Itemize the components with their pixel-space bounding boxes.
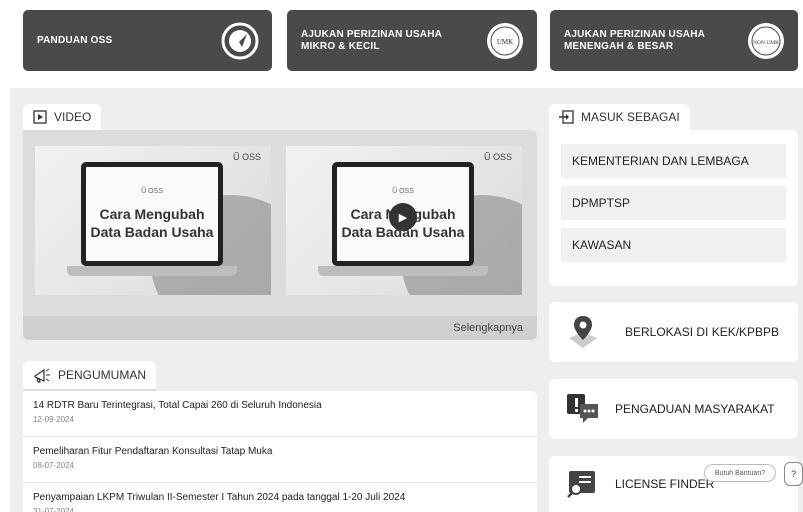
kek-kpbpb-label: BERLOKASI DI KEK/KPBPB bbox=[625, 325, 780, 339]
login-kementerian-button[interactable]: KEMENTERIAN DAN LEMBAGA bbox=[561, 144, 786, 178]
video-thumbnail-2[interactable]: Ũ OSS Ũ OSS Cara Mengubah Data Badan Usa… bbox=[286, 146, 522, 295]
license-search-icon bbox=[567, 471, 595, 498]
svg-text:UMK: UMK bbox=[497, 38, 513, 46]
help-tooltip[interactable]: Butuh Bantuan? bbox=[704, 464, 776, 482]
video-thumbnail-1[interactable]: Ũ OSS Ũ OSS Cara Mengubah Data Badan Usa… bbox=[35, 146, 271, 295]
non-umk-license-label: AJUKAN PERIZINAN USAHA MENENGAH & BESAR bbox=[564, 28, 705, 52]
play-button-icon[interactable]: ▶ bbox=[389, 203, 417, 231]
see-more-link[interactable]: Selengkapnya bbox=[23, 316, 537, 340]
umk-seal-icon: UMK bbox=[487, 23, 523, 59]
laptop-base bbox=[318, 266, 488, 276]
compass-icon bbox=[221, 22, 259, 60]
list-item[interactable]: 14 RDTR Baru Terintegrasi, Total Capai 2… bbox=[23, 391, 537, 437]
video-tab: VIDEO bbox=[23, 104, 102, 132]
announcement-title: Penyampaian LKPM Triwulan II-Semester I … bbox=[33, 492, 406, 503]
announcement-date: 12-09-2024 bbox=[33, 415, 74, 424]
list-item[interactable]: Pemeliharan Fitur Pendaftaran Konsultasi… bbox=[23, 437, 537, 483]
laptop-illustration: Ũ OSS Cara Mengubah Data Badan Usaha bbox=[81, 162, 223, 266]
oss-brand: Ũ OSS bbox=[232, 152, 261, 162]
announcement-date: 08-07-2024 bbox=[33, 461, 74, 470]
svg-text:NON UMK: NON UMK bbox=[753, 40, 779, 46]
video-tab-label: VIDEO bbox=[54, 110, 92, 124]
pengaduan-label: PENGADUAN MASYARAKAT bbox=[615, 402, 775, 416]
play-box-icon bbox=[33, 110, 47, 124]
announcement-title: 14 RDTR Baru Terintegrasi, Total Capai 2… bbox=[33, 400, 322, 411]
pengaduan-card[interactable]: PENGADUAN MASYARAKAT bbox=[549, 379, 798, 439]
announcement-list: 14 RDTR Baru Terintegrasi, Total Capai 2… bbox=[23, 391, 537, 512]
complaint-chat-icon bbox=[567, 394, 598, 423]
announcement-title: Pemeliharan Fitur Pendaftaran Konsultasi… bbox=[33, 446, 273, 457]
umk-license-label: AJUKAN PERIZINAN USAHA MIKRO & KECIL bbox=[301, 28, 442, 52]
license-finder-label: LICENSE FINDER bbox=[615, 477, 715, 491]
panduan-oss-label: PANDUAN OSS bbox=[37, 34, 113, 46]
kek-kpbpb-card[interactable]: BERLOKASI DI KEK/KPBPB bbox=[549, 302, 798, 362]
megaphone-icon bbox=[34, 368, 50, 383]
laptop-base bbox=[67, 266, 237, 276]
login-kawasan-button[interactable]: KAWASAN bbox=[561, 228, 786, 262]
panduan-oss-card[interactable]: PANDUAN OSS bbox=[23, 10, 272, 71]
umk-license-card[interactable]: AJUKAN PERIZINAN USAHA MIKRO & KECIL UMK bbox=[287, 10, 537, 71]
announcement-date: 31-07-2024 bbox=[33, 507, 74, 512]
login-as-tab: MASUK SEBAGAI bbox=[549, 104, 690, 132]
video-caption: Cara Mengubah Data Badan Usaha bbox=[90, 205, 214, 240]
login-as-label: MASUK SEBAGAI bbox=[581, 110, 680, 124]
non-umk-seal-icon: NON UMK bbox=[748, 23, 784, 59]
oss-brand: Ũ OSS bbox=[483, 152, 512, 162]
sign-in-icon bbox=[559, 110, 574, 124]
announcement-tab-label: PENGUMUMAN bbox=[58, 368, 147, 382]
list-item[interactable]: Penyampaian LKPM Triwulan II-Semester I … bbox=[23, 483, 537, 512]
help-button[interactable]: ? bbox=[784, 462, 803, 486]
screen-logo: Ũ OSS bbox=[141, 187, 163, 195]
non-umk-license-card[interactable]: AJUKAN PERIZINAN USAHA MENENGAH & BESAR … bbox=[550, 10, 798, 71]
map-pin-icon bbox=[569, 316, 597, 348]
screen-logo: Ũ OSS bbox=[392, 187, 414, 195]
announcement-tab: PENGUMUMAN bbox=[23, 361, 157, 391]
login-dpmptsp-button[interactable]: DPMPTSP bbox=[561, 186, 786, 220]
video-panel: Ũ OSS Ũ OSS Cara Mengubah Data Badan Usa… bbox=[23, 130, 537, 340]
login-panel: KEMENTERIAN DAN LEMBAGA DPMPTSP KAWASAN bbox=[549, 130, 798, 286]
